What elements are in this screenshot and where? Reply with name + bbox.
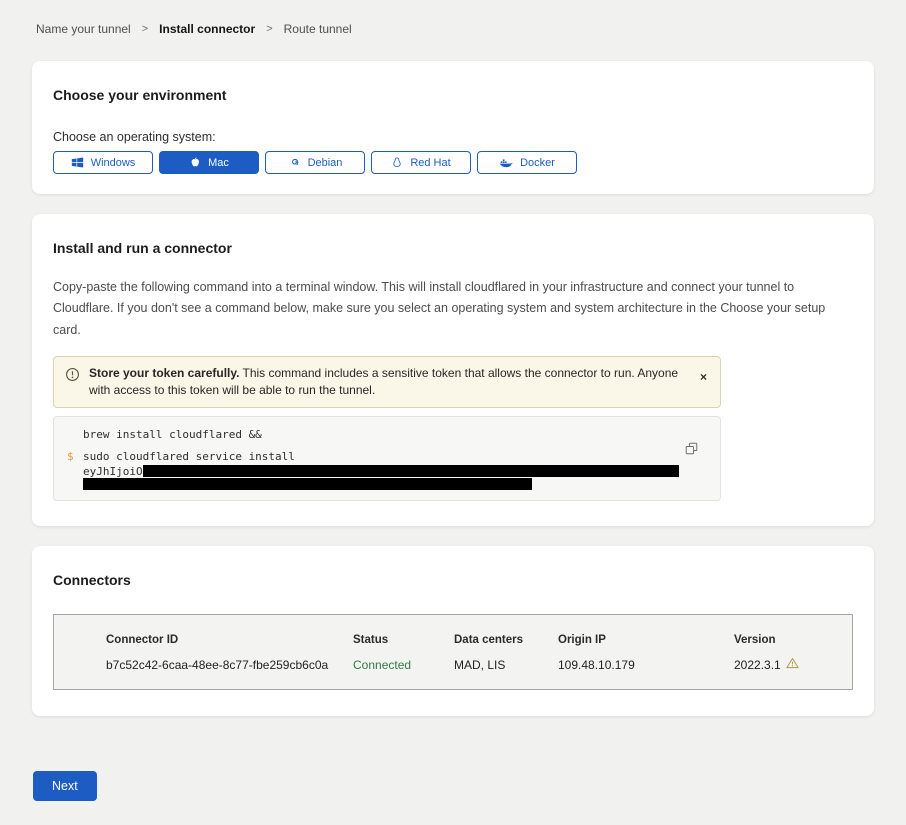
col-header-data-centers: Data centers bbox=[454, 634, 558, 646]
version-number: 2022.3.1 bbox=[734, 658, 781, 672]
code-line-token: eyJhIjoiO bbox=[54, 465, 720, 478]
breadcrumb-separator: > bbox=[266, 23, 272, 35]
connectors-table: Connector ID Status Data centers Origin … bbox=[53, 614, 853, 690]
redhat-tux-icon bbox=[391, 156, 403, 169]
os-button-label: Debian bbox=[308, 157, 343, 169]
os-button-docker[interactable]: Docker bbox=[477, 151, 577, 174]
install-command-code-block: brew install cloudflared && $ sudo cloud… bbox=[53, 416, 721, 501]
os-select-label: Choose an operating system: bbox=[53, 130, 853, 144]
col-header-version: Version bbox=[734, 634, 842, 646]
token-warning-banner: Store your token carefully.This command … bbox=[53, 356, 721, 408]
token-warning-bold: Store your token carefully. bbox=[89, 366, 240, 380]
redaction-bar bbox=[143, 465, 679, 477]
docker-whale-icon bbox=[499, 157, 513, 169]
os-button-label: Windows bbox=[91, 157, 136, 169]
version-value: 2022.3.1 bbox=[734, 658, 842, 672]
choose-environment-card: Choose your environment Choose an operat… bbox=[32, 61, 874, 194]
connector-id-value: b7c52c42-6caa-48ee-8c77-fbe259cb6c0a bbox=[106, 658, 353, 672]
token-prefix: eyJhIjoiO bbox=[83, 465, 143, 478]
os-button-group: Windows Mac Debian Red Hat Docker bbox=[53, 151, 853, 174]
breadcrumb: Name your tunnel > Install connector > R… bbox=[32, 22, 874, 36]
os-button-debian[interactable]: Debian bbox=[265, 151, 365, 174]
status-badge: Connected bbox=[353, 658, 454, 672]
token-warning-text: Store your token carefully.This command … bbox=[89, 365, 690, 399]
close-icon[interactable]: × bbox=[700, 371, 707, 383]
debian-icon bbox=[288, 156, 301, 169]
apple-icon bbox=[189, 156, 201, 169]
breadcrumb-route-tunnel[interactable]: Route tunnel bbox=[284, 22, 352, 36]
code-line-brew: brew install cloudflared && bbox=[54, 428, 720, 443]
breadcrumb-install-connector[interactable]: Install connector bbox=[159, 22, 255, 36]
install-connector-card: Install and run a connector Copy-paste t… bbox=[32, 214, 874, 526]
install-description: Copy-paste the following command into a … bbox=[53, 277, 847, 341]
breadcrumb-separator: > bbox=[142, 23, 148, 35]
windows-icon bbox=[71, 156, 84, 169]
redaction-bar bbox=[83, 478, 532, 490]
col-header-origin-ip: Origin IP bbox=[558, 634, 734, 646]
os-button-label: Docker bbox=[520, 157, 555, 169]
os-button-mac[interactable]: Mac bbox=[159, 151, 259, 174]
shell-prompt: $ bbox=[54, 450, 83, 465]
environment-card-title: Choose your environment bbox=[53, 87, 853, 103]
code-line-sudo: sudo cloudflared service install bbox=[83, 450, 295, 465]
breadcrumb-name-your-tunnel[interactable]: Name your tunnel bbox=[36, 22, 131, 36]
next-button[interactable]: Next bbox=[33, 771, 97, 801]
connectors-table-header: Connector ID Status Data centers Origin … bbox=[106, 634, 842, 646]
os-button-redhat[interactable]: Red Hat bbox=[371, 151, 471, 174]
warning-triangle-icon bbox=[786, 657, 799, 672]
connectors-card-title: Connectors bbox=[53, 572, 853, 588]
os-button-windows[interactable]: Windows bbox=[53, 151, 153, 174]
os-button-label: Mac bbox=[208, 157, 229, 169]
install-card-title: Install and run a connector bbox=[53, 240, 853, 256]
os-button-label: Red Hat bbox=[410, 157, 450, 169]
code-row-sudo: $ sudo cloudflared service install bbox=[54, 450, 720, 465]
copy-icon[interactable] bbox=[685, 442, 698, 458]
col-header-status: Status bbox=[353, 634, 454, 646]
origin-ip-value: 109.48.10.179 bbox=[558, 658, 734, 672]
tunnel-setup-page: Name your tunnel > Install connector > R… bbox=[0, 0, 906, 825]
alert-circle-icon bbox=[65, 367, 80, 399]
table-row: b7c52c42-6caa-48ee-8c77-fbe259cb6c0a Con… bbox=[106, 658, 842, 672]
data-centers-value: MAD, LIS bbox=[454, 658, 558, 672]
col-header-connector-id: Connector ID bbox=[106, 634, 353, 646]
connectors-card: Connectors Connector ID Status Data cent… bbox=[32, 546, 874, 716]
